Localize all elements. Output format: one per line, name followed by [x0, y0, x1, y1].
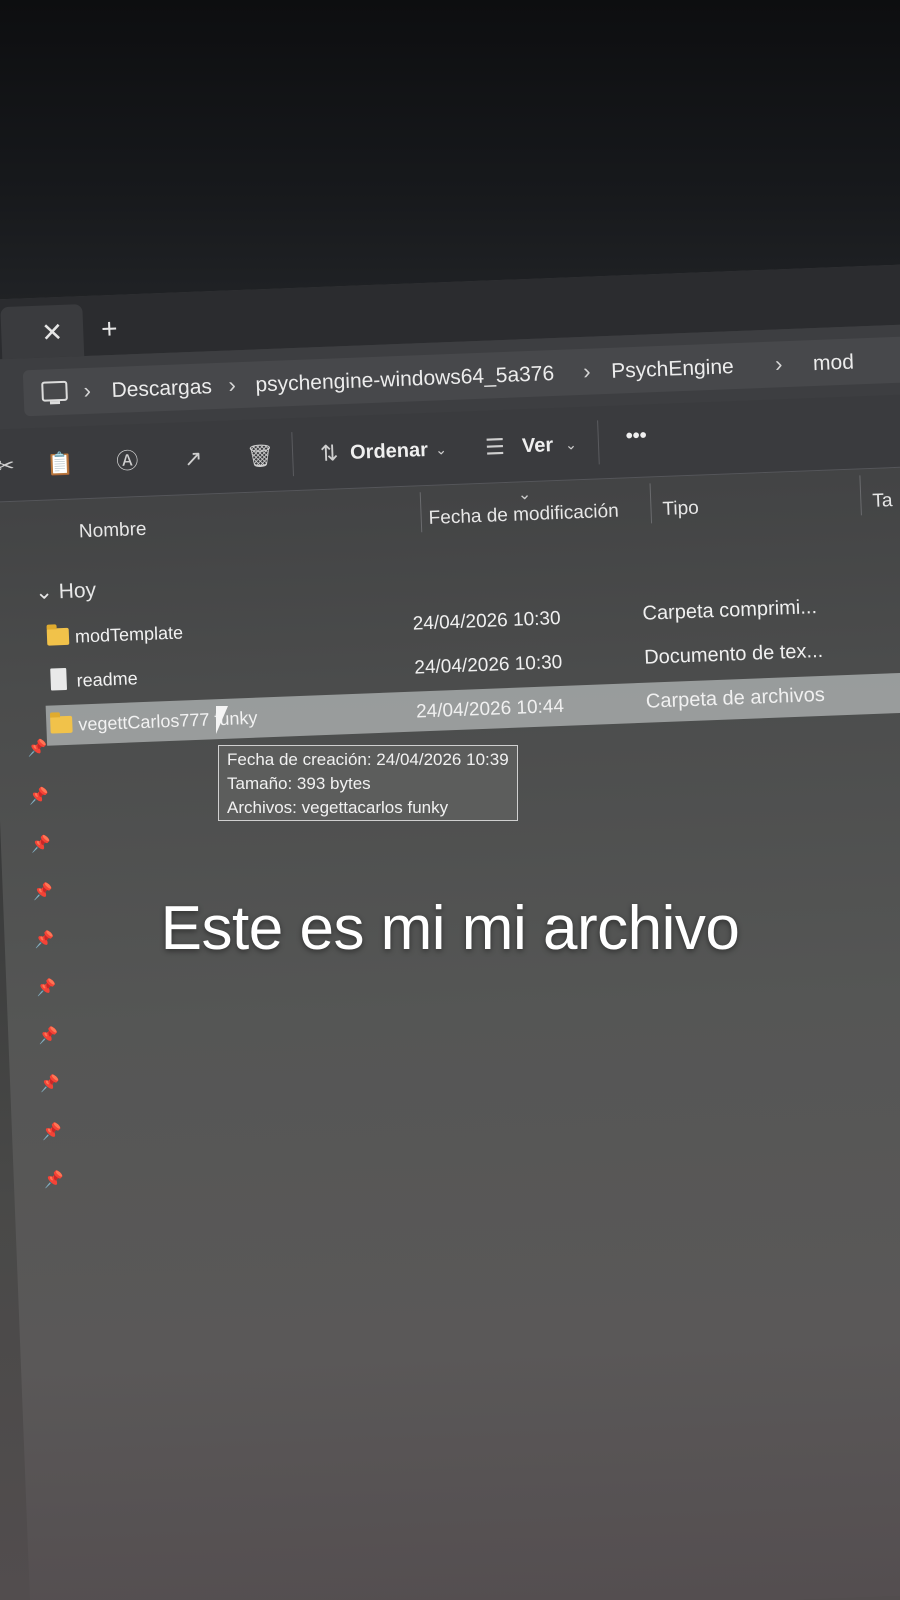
file-type: Documento de tex...	[643, 639, 824, 669]
video-caption: Este es mi mi archivo	[160, 894, 740, 963]
pin-icon[interactable]: 📌	[27, 738, 48, 759]
pin-icon[interactable]: 📌	[29, 786, 50, 807]
file-type: Carpeta de archivos	[645, 683, 826, 713]
group-header-today[interactable]: ⌄ Hoy	[35, 578, 97, 605]
breadcrumb-item-descargas[interactable]: Descargas	[111, 375, 212, 403]
file-name: vegettCarlos777 funky	[77, 707, 258, 735]
photo-stage: ✕ + › Descargas › psychengine-windows64_…	[0, 0, 900, 1600]
chevron-down-icon: ⌄	[564, 436, 578, 453]
breadcrumb-item-psychengine[interactable]: PsychEngine	[611, 355, 734, 384]
computer-icon[interactable]	[41, 380, 68, 402]
cut-icon[interactable]: ✂	[0, 453, 19, 480]
rename-icon[interactable]: Ⓐ	[114, 448, 141, 475]
file-name: modTemplate	[74, 622, 184, 647]
new-tab-button[interactable]: +	[101, 313, 119, 345]
tooltip-size: Tamaño: 393 bytes	[227, 774, 371, 793]
group-label: Hoy	[58, 578, 97, 604]
paste-icon[interactable]: 📋	[46, 451, 74, 478]
pin-icon[interactable]: 📌	[43, 1169, 65, 1190]
pin-icon[interactable]: 📌	[40, 1074, 61, 1095]
more-options-button[interactable]: •••	[625, 425, 647, 449]
sort-button[interactable]: Ordenar	[350, 439, 429, 465]
column-size[interactable]: Ta	[872, 490, 893, 513]
file-date: 24/04/2026 10:44	[415, 695, 565, 723]
file-tooltip: Fecha de creación: 24/04/2026 10:39 Tama…	[218, 745, 518, 821]
pin-icon[interactable]: 📌	[36, 978, 57, 999]
view-icon[interactable]: ☰	[482, 434, 509, 461]
chevron-down-icon: ⌄	[434, 441, 448, 458]
tooltip-creation-date: Fecha de creación: 24/04/2026 10:39	[227, 750, 509, 769]
sort-icon[interactable]: ⇅	[316, 440, 343, 467]
tooltip-files: Archivos: vegettacarlos funky	[227, 798, 449, 817]
view-button[interactable]: Ver	[522, 434, 554, 458]
text-file-icon	[50, 667, 68, 691]
pin-icon[interactable]: 📌	[31, 834, 52, 855]
close-tab-icon[interactable]: ✕	[41, 317, 64, 348]
toolbar-divider	[291, 432, 294, 477]
breadcrumb-separator: ›	[227, 372, 237, 398]
folder-icon	[50, 715, 73, 734]
toolbar-divider	[597, 420, 600, 465]
sort-indicator-icon: ⌄	[517, 485, 532, 504]
file-type: Carpeta comprimi...	[642, 596, 818, 625]
pin-icon[interactable]: 📌	[42, 1121, 63, 1142]
file-date: 24/04/2026 10:30	[414, 651, 563, 679]
column-divider[interactable]	[419, 492, 423, 533]
breadcrumb-item-mod[interactable]: mod	[813, 351, 855, 377]
file-date: 24/04/2026 10:30	[412, 607, 561, 635]
folder-icon	[46, 627, 70, 646]
column-modified[interactable]: Fecha de modificación	[428, 501, 619, 530]
mouse-cursor-icon	[216, 706, 228, 734]
column-type[interactable]: Tipo	[662, 498, 699, 521]
column-divider[interactable]	[649, 483, 653, 524]
delete-icon[interactable]: 🗑	[246, 443, 275, 470]
pin-icon[interactable]: 📌	[38, 1026, 59, 1047]
column-name[interactable]: Nombre	[79, 519, 147, 544]
breadcrumb-separator: ›	[774, 351, 783, 377]
breadcrumb-separator: ›	[83, 377, 92, 404]
share-icon[interactable]: ↗	[180, 445, 207, 472]
breadcrumb-separator: ›	[582, 358, 591, 384]
file-name: readme	[76, 668, 139, 691]
chevron-down-icon: ⌄	[34, 580, 60, 605]
column-divider[interactable]	[859, 475, 862, 516]
